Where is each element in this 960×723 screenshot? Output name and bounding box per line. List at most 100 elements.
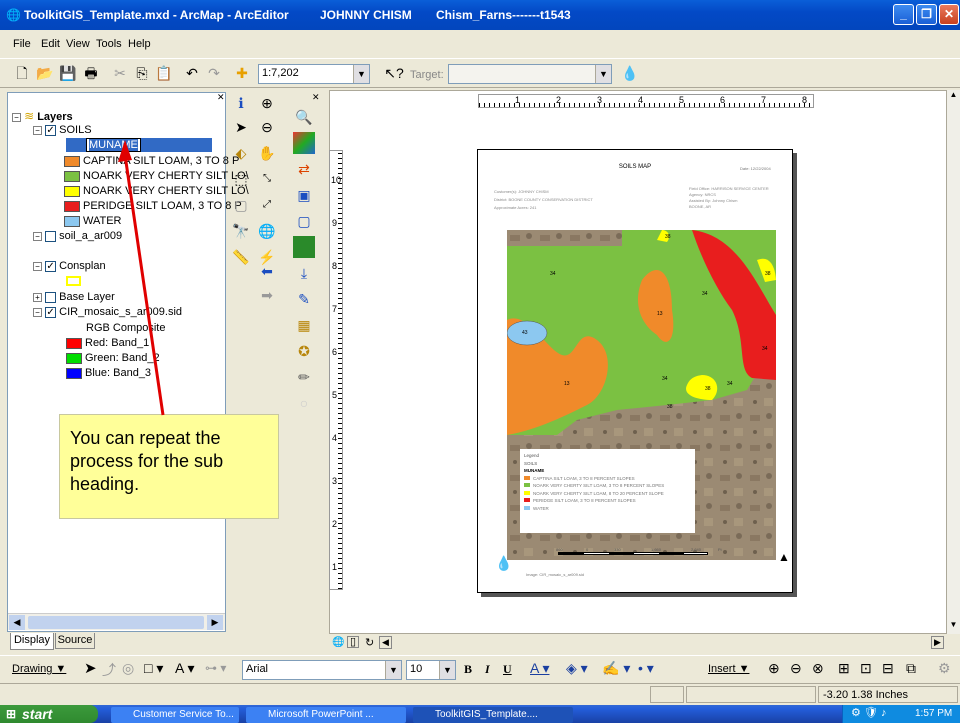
clear-selection-icon[interactable]: ▢ [230, 194, 252, 216]
toc-root[interactable]: − ≋ Layers [12, 109, 73, 123]
align-icon[interactable]: ⊟ [882, 660, 894, 677]
zoom-whole-page-icon[interactable] [293, 132, 315, 154]
visibility-checkbox[interactable] [45, 291, 57, 303]
change-layout-icon[interactable]: ✎ [293, 288, 315, 310]
select-elements-icon[interactable]: ➤ [84, 659, 97, 677]
layout-page[interactable]: SOILS MAP Date: 12/22/2004 Customer(s): … [477, 149, 793, 593]
pan-icon[interactable]: ✋ [256, 142, 278, 164]
insert-menu[interactable]: Insert ▼ [708, 663, 749, 675]
close-button[interactable]: ✕ [939, 4, 959, 25]
copy-icon[interactable]: ⎘ [132, 63, 152, 83]
find-icon[interactable]: 🔭 [230, 220, 252, 242]
close-icon[interactable]: ✕ [312, 92, 320, 103]
chevron-down-icon[interactable]: ▼ [595, 65, 611, 83]
layout-vertical-scrollbar[interactable]: ▲ ▼ [947, 90, 960, 634]
select-elements-icon[interactable]: ⬚ [230, 168, 252, 190]
visibility-checkbox[interactable]: ✓ [45, 260, 57, 272]
tray-icons[interactable]: ⚙ 🛡 ♪ [851, 706, 886, 719]
scroll-right-icon[interactable]: ▶ [931, 636, 944, 649]
collapse-icon[interactable]: − [33, 307, 42, 317]
data-frame-icon[interactable] [293, 236, 315, 258]
toc-scrollbar[interactable]: ◀ ▶ [8, 613, 225, 630]
scroll-left-icon[interactable]: ◀ [9, 615, 25, 630]
tab-source[interactable]: Source [55, 633, 95, 649]
page-icon[interactable]: ▢ [293, 210, 315, 232]
zoom-in-layout-icon[interactable]: ⊕ [768, 660, 780, 677]
select-arrow-icon[interactable]: ➤ [230, 116, 252, 138]
layout-zoom-icon[interactable]: 🔍 [293, 106, 315, 128]
visibility-checkbox[interactable]: ✓ [45, 124, 57, 136]
font-size-combo[interactable]: 10 ▼ [406, 660, 456, 680]
collapse-icon[interactable]: − [33, 125, 42, 135]
pan-layout-icon[interactable]: ⇄ [293, 158, 315, 180]
data-view-icon[interactable]: 🌐 [332, 637, 344, 648]
save-icon[interactable]: 💾 [58, 63, 78, 83]
add-data-icon[interactable]: ✚ [232, 63, 252, 83]
whats-this-icon[interactable]: ↖? [384, 63, 404, 83]
zoom-in-icon[interactable]: ⊕ [256, 92, 278, 114]
toc-layer-consplan[interactable]: − ✓ Consplan [33, 259, 106, 273]
marker-color-icon[interactable]: • ▾ [638, 660, 654, 677]
drawing-menu[interactable]: Drawing ▼ [12, 663, 66, 675]
tab-display[interactable]: Display [10, 633, 54, 650]
rotate-icon[interactable]: ⤴ [102, 660, 116, 680]
north-arrow-icon[interactable]: ✪ [293, 340, 315, 362]
chevron-down-icon[interactable]: ▼ [353, 65, 369, 83]
editor-icon[interactable]: 💧 [620, 63, 640, 83]
ungroup-icon[interactable]: ⊡ [860, 660, 872, 677]
group-icon[interactable]: ⊞ [838, 660, 850, 677]
map-legend[interactable]: Legend SOILS MUNAME CAPTINA SILT LOAM, 3… [520, 449, 695, 533]
toc-close-icon[interactable]: ✕ [217, 92, 225, 103]
new-icon[interactable]: 🗋 [12, 63, 32, 83]
options-icon[interactable]: ⚙ [938, 660, 951, 677]
zoom-100-icon[interactable]: ▣ [293, 184, 315, 206]
menu-help[interactable]: Help [128, 38, 151, 50]
zoom-fixed-icon[interactable]: ⊗ [812, 660, 824, 677]
circle-icon[interactable]: ○ [293, 392, 315, 414]
menu-view[interactable]: View [66, 38, 90, 50]
taskbar-item[interactable]: Microsoft PowerPoint ... [246, 707, 406, 723]
collapse-icon[interactable]: − [33, 261, 42, 271]
edit-vertices-icon[interactable]: ⊶ ▾ [205, 661, 226, 675]
consplan-symbol[interactable] [66, 276, 81, 286]
back-extent-icon[interactable]: ⬅ [256, 260, 278, 282]
expand-icon[interactable]: + [33, 292, 42, 302]
open-icon[interactable]: 📂 [35, 63, 55, 83]
minimize-button[interactable]: _ [893, 4, 914, 25]
target-combo[interactable]: ▼ [448, 64, 612, 84]
text-icon[interactable]: A ▾ [175, 660, 194, 677]
menu-tools[interactable]: Tools [96, 38, 122, 50]
taskbar-item[interactable]: Customer Service To... [111, 707, 239, 723]
refresh-icon[interactable]: ↻ [365, 636, 374, 649]
underline-icon[interactable]: U [503, 662, 512, 677]
fixed-zoom-out-icon[interactable]: ⤢ [256, 194, 278, 216]
rectangle-icon[interactable]: □ ▾ [144, 660, 163, 677]
redo-icon[interactable]: ↷ [204, 63, 224, 83]
chevron-down-icon[interactable]: ▼ [439, 661, 455, 679]
line-color-icon[interactable]: ✍ ▾ [602, 660, 630, 677]
fill-color-icon[interactable]: ◈ ▾ [566, 660, 588, 677]
zoom-out-layout-icon[interactable]: ⊖ [790, 660, 802, 677]
restore-button[interactable]: ❐ [916, 4, 937, 25]
bold-icon[interactable]: B [464, 662, 472, 677]
taskbar-item-active[interactable]: ToolkitGIS_Template.... [413, 707, 573, 723]
print-icon[interactable]: 🖶 [81, 63, 101, 83]
collapse-icon[interactable]: − [12, 112, 21, 122]
italic-icon[interactable]: I [485, 662, 490, 677]
full-extent-icon[interactable]: 🌐 [256, 220, 278, 242]
visibility-checkbox[interactable]: ✓ [45, 306, 57, 318]
undo-icon[interactable]: ↶ [182, 63, 202, 83]
scroll-down-icon[interactable]: ▼ [947, 620, 960, 632]
fixed-zoom-in-icon[interactable]: ⤡ [256, 168, 278, 190]
menu-edit[interactable]: Edit [41, 38, 60, 50]
visibility-checkbox[interactable] [45, 230, 57, 242]
layout-view-icon[interactable]: ▯ [347, 636, 359, 648]
focus-data-frame-icon[interactable]: ⤓ [293, 262, 315, 284]
scale-combo[interactable]: 1:7,202 ▼ [258, 64, 370, 84]
forward-extent-icon[interactable]: ➡ [256, 284, 278, 306]
paste-icon[interactable]: 📋 [154, 63, 174, 83]
scroll-up-icon[interactable]: ▲ [947, 90, 960, 102]
info-icon[interactable]: ℹ [230, 92, 252, 114]
toc-layer-soils[interactable]: − ✓ SOILS [33, 123, 92, 137]
cut-icon[interactable]: ✂ [110, 63, 130, 83]
